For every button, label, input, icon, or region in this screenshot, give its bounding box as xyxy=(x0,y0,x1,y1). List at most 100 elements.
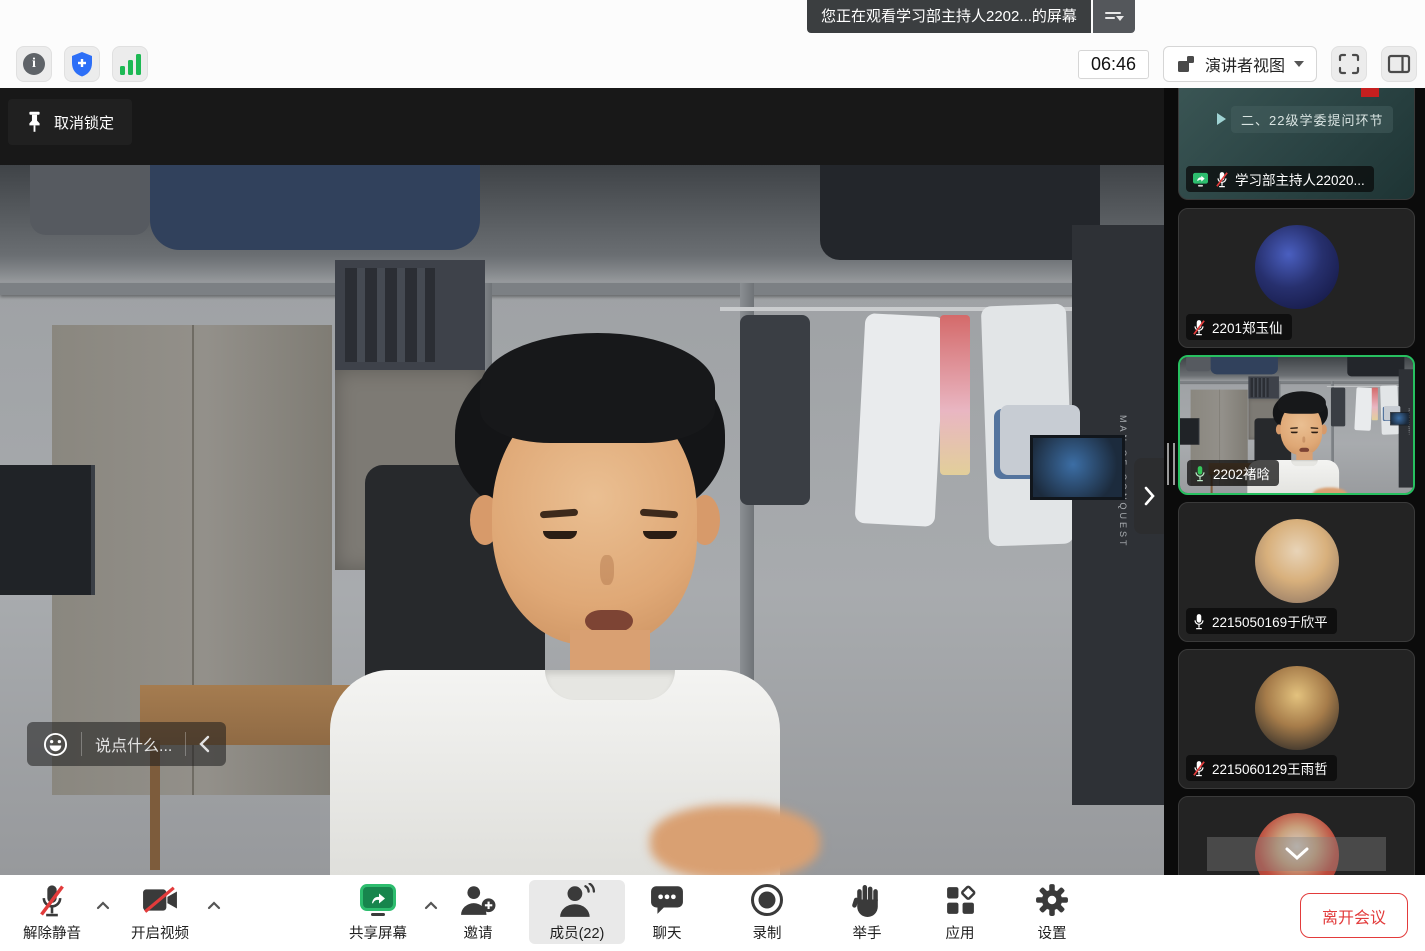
members-icon xyxy=(558,883,596,917)
scene-shape xyxy=(1180,418,1199,445)
participant-tile[interactable] xyxy=(1178,796,1415,875)
raise-hand-button[interactable]: 举手 xyxy=(819,880,915,944)
participant-name: 2215060129王雨哲 xyxy=(1212,758,1328,778)
scene-shape xyxy=(1211,357,1278,374)
participant-name-pill: 2201郑玉仙 xyxy=(1186,314,1292,340)
main-video-feed: MAN OF CONQUEST xyxy=(0,165,1164,875)
apps-label: 应用 xyxy=(946,922,975,943)
bottom-toolbar: 解除静音 开启视频 共享屏幕 xyxy=(0,875,1425,951)
participant-tile[interactable]: 2201郑玉仙 xyxy=(1178,208,1415,348)
panel-resize-divider[interactable] xyxy=(1164,88,1178,875)
scene-shape xyxy=(1302,437,1305,443)
participant-name-pill: 2215060129王雨哲 xyxy=(1186,755,1337,781)
scene-shape xyxy=(1186,357,1210,371)
chat-input-placeholder[interactable]: 说点什么... xyxy=(95,732,172,756)
toolbar-right-group: 06:46 演讲者视图 xyxy=(1078,46,1417,82)
chevron-right-icon xyxy=(1143,486,1155,506)
security-button[interactable] xyxy=(64,46,100,82)
members-button[interactable]: 成员(22) xyxy=(529,880,625,944)
scene-shape xyxy=(1030,435,1125,500)
avatar xyxy=(1255,666,1339,750)
toolbar-left-group: i xyxy=(16,46,148,82)
chevron-down-icon xyxy=(1294,61,1304,67)
participant-tile-active-speaker[interactable]: MAN OF CONQUEST 2202褚晗 xyxy=(1178,355,1415,495)
video-options-caret[interactable] xyxy=(207,897,221,915)
mic-muted-icon xyxy=(1215,171,1229,188)
expand-panel-handle[interactable] xyxy=(1134,458,1164,534)
fullscreen-button[interactable] xyxy=(1331,46,1367,82)
meeting-app-window: i 06:46 演讲者视图 xyxy=(0,0,1425,951)
share-screen-label: 共享屏幕 xyxy=(349,922,407,943)
chat-label: 聊天 xyxy=(653,922,682,943)
divider xyxy=(185,732,186,756)
mic-muted-icon xyxy=(1192,319,1206,336)
notification-text: 您正在观看学习部主持人2202...的屏幕 xyxy=(807,0,1091,33)
pin-icon xyxy=(26,110,43,134)
scene-shape xyxy=(480,333,715,443)
gear-icon xyxy=(1035,883,1069,917)
participant-tile[interactable]: 2215060129王雨哲 xyxy=(1178,649,1415,789)
resize-handle-icon xyxy=(1167,443,1175,485)
invite-person-icon xyxy=(460,884,496,916)
scene-shape xyxy=(1372,388,1378,421)
start-video-button[interactable]: 开启视频 xyxy=(112,880,208,944)
start-video-label: 开启视频 xyxy=(131,922,189,943)
side-panel-button[interactable] xyxy=(1381,46,1417,82)
mic-muted-icon xyxy=(38,883,66,918)
camera-off-icon xyxy=(142,886,178,914)
scene-shape xyxy=(820,165,1100,260)
chevron-down-icon xyxy=(1284,847,1310,861)
record-label: 录制 xyxy=(753,922,782,943)
avatar xyxy=(1255,225,1339,309)
participant-name: 2201郑玉仙 xyxy=(1212,317,1283,337)
share-screen-button[interactable]: 共享屏幕 xyxy=(330,880,426,944)
scene-shape xyxy=(150,165,480,250)
participant-name-pill: 学习部主持人22020... xyxy=(1186,166,1374,192)
scene-shape xyxy=(1311,432,1318,434)
network-quality-button[interactable] xyxy=(112,46,148,82)
participant-tile-screenshare[interactable]: 二、22级学委提问环节 学习部主持人22020. xyxy=(1178,88,1415,200)
record-icon xyxy=(750,883,784,917)
scene-shape xyxy=(650,805,820,875)
info-icon: i xyxy=(23,53,45,75)
speaker-view-icon xyxy=(1176,54,1196,74)
participant-tile[interactable]: 2215050169于欣平 xyxy=(1178,502,1415,642)
divider xyxy=(81,732,82,756)
top-toolbar: i 06:46 演讲者视图 xyxy=(0,0,1425,88)
audio-options-caret[interactable] xyxy=(96,897,110,915)
settings-button[interactable]: 设置 xyxy=(1004,880,1100,944)
apps-button[interactable]: 应用 xyxy=(912,880,1008,944)
participant-name-pill: 2215050169于欣平 xyxy=(1186,608,1337,634)
unmute-button[interactable]: 解除静音 xyxy=(4,880,100,944)
scene-shape xyxy=(1390,412,1409,425)
scene-shape xyxy=(740,315,810,505)
slide-title: 二、22级学委提问环节 xyxy=(1231,106,1393,133)
security-shield-icon xyxy=(70,51,94,77)
unpin-label: 取消锁定 xyxy=(54,112,114,133)
scene-shape xyxy=(1250,378,1268,397)
scene-shape xyxy=(1180,381,1413,383)
settings-label: 设置 xyxy=(1038,922,1067,943)
unpin-button[interactable]: 取消锁定 xyxy=(8,99,132,145)
emoji-icon[interactable] xyxy=(43,732,68,757)
scene-shape xyxy=(940,315,970,475)
view-mode-button[interactable]: 演讲者视图 xyxy=(1163,46,1317,82)
record-button[interactable]: 录制 xyxy=(719,880,815,944)
scene-shape xyxy=(1291,432,1298,434)
scene-shape xyxy=(1278,391,1326,413)
meeting-info-button[interactable]: i xyxy=(16,46,52,82)
chevron-up-icon xyxy=(207,901,221,910)
scene-shape xyxy=(1399,369,1413,487)
chevron-left-icon[interactable] xyxy=(199,735,210,753)
leave-meeting-button[interactable]: 离开会议 xyxy=(1300,893,1408,938)
scene-shape xyxy=(545,670,675,700)
notification-menu-button[interactable] xyxy=(1093,0,1135,33)
scroll-down-button[interactable] xyxy=(1207,837,1386,871)
invite-button[interactable]: 邀请 xyxy=(430,880,526,944)
scene-shape xyxy=(643,531,677,539)
play-triangle-icon xyxy=(1217,113,1226,125)
main-stage: MAN OF CONQUEST 取消锁定 xyxy=(0,88,1164,875)
apps-grid-icon xyxy=(944,884,977,917)
chat-button[interactable]: 聊天 xyxy=(619,880,715,944)
quick-chat-bar[interactable]: 说点什么... xyxy=(27,722,226,766)
